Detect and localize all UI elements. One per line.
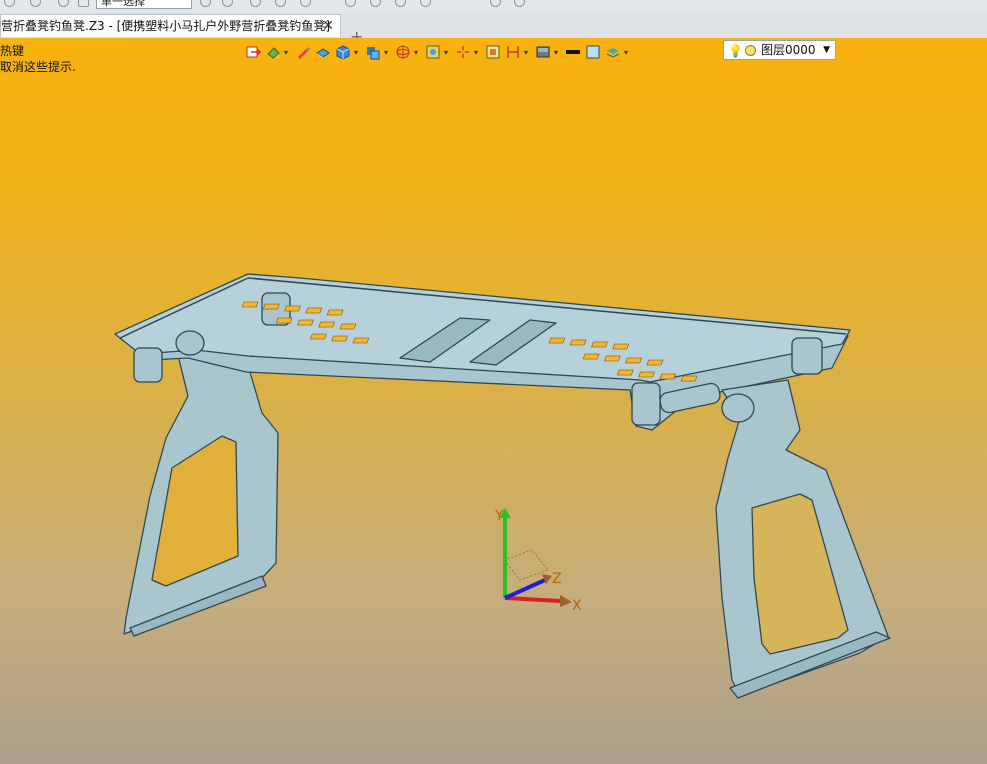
- y-axis-label: Y: [494, 508, 504, 524]
- close-tab-icon[interactable]: ✕: [322, 15, 334, 37]
- document-tab-title: 营折叠凳钓鱼凳.Z3 - [便携塑料小马扎户外野营折叠凳钓鱼凳]: [1, 19, 330, 33]
- document-tab[interactable]: 营折叠凳钓鱼凳.Z3 - [便携塑料小马扎户外野营折叠凳钓鱼凳] ✕: [0, 14, 341, 37]
- spline-icon[interactable]: [420, 0, 431, 7]
- graphics-viewport[interactable]: 热键 取消这些提示. ▾ ▾ ▾ ▾ ▾ ▾ ▾ ▾ ▾ 💡 图层0000 ▼: [0, 38, 987, 764]
- triad-dashed-box: [503, 549, 549, 581]
- snap-icon[interactable]: [250, 0, 261, 7]
- arc-icon[interactable]: [370, 0, 381, 7]
- coordinate-triad: Y X Z: [494, 508, 582, 614]
- point-icon[interactable]: [275, 0, 286, 7]
- z-axis-label: Z: [552, 571, 562, 587]
- pick-icon[interactable]: [200, 0, 211, 7]
- x-axis-label: X: [572, 598, 582, 614]
- x-axis-arrow: [560, 595, 572, 607]
- select-mode-icon[interactable]: [78, 0, 89, 7]
- document-tab-bar: 营折叠凳钓鱼凳.Z3 - [便携塑料小马扎户外野营折叠凳钓鱼凳] ✕ +: [0, 12, 987, 46]
- curve-icon[interactable]: [395, 0, 406, 7]
- circle-icon[interactable]: [345, 0, 356, 7]
- x-axis: [504, 596, 561, 603]
- pin-icon[interactable]: [58, 0, 69, 7]
- selection-filter-select[interactable]: 单一选择: [96, 0, 192, 9]
- filter-icon[interactable]: [222, 0, 233, 7]
- gear-icon[interactable]: [490, 0, 501, 7]
- undo-icon[interactable]: [4, 0, 15, 7]
- redo-icon[interactable]: [30, 0, 41, 7]
- settings-icon[interactable]: [514, 0, 525, 7]
- line-icon[interactable]: [300, 0, 311, 7]
- z-axis: [504, 578, 546, 600]
